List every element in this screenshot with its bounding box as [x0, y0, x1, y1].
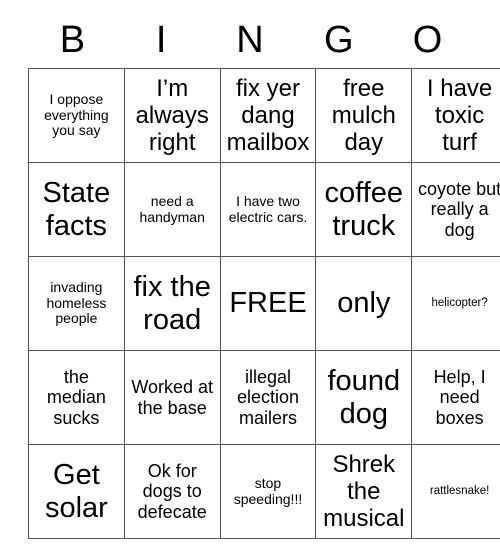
bingo-card: B I N G O I oppose everything you say I’…	[28, 12, 500, 539]
bingo-row: I oppose everything you say I’m always r…	[28, 68, 500, 163]
bingo-cell[interactable]: found dog	[315, 350, 413, 445]
bingo-cell[interactable]: stop speeding!!!	[219, 444, 317, 539]
bingo-row: invading homeless people fix the road FR…	[28, 256, 500, 351]
bingo-header-letter-o: O	[412, 19, 443, 61]
bingo-row: State facts need a handyman I have two e…	[28, 162, 500, 257]
bingo-cell[interactable]: Ok for dogs to defecate	[123, 444, 221, 539]
bingo-cell[interactable]: fix yer dang mailbox	[219, 68, 317, 163]
bingo-header-letter-i: I	[155, 19, 167, 61]
bingo-cell[interactable]: Help, I need boxes	[411, 350, 500, 445]
bingo-header-letter-b: B	[59, 19, 86, 61]
bingo-cell[interactable]: State facts	[28, 162, 125, 257]
bingo-grid: I oppose everything you say I’m always r…	[28, 68, 500, 539]
bingo-header-row: B I N G O	[28, 12, 472, 68]
bingo-cell[interactable]: invading homeless people	[28, 256, 125, 351]
bingo-cell[interactable]: I have two electric cars.	[219, 162, 317, 257]
bingo-cell[interactable]: rattlesnake!	[411, 444, 500, 539]
bingo-cell[interactable]: free mulch day	[315, 68, 413, 163]
bingo-cell[interactable]: helicopter?	[411, 256, 500, 351]
bingo-cell-free[interactable]: FREE	[219, 256, 317, 351]
bingo-cell[interactable]: illegal election mailers	[219, 350, 317, 445]
bingo-row: Get solar Ok for dogs to defecate stop s…	[28, 444, 500, 539]
bingo-cell[interactable]: only	[315, 256, 413, 351]
bingo-row: the median sucks Worked at the base ille…	[28, 350, 500, 445]
bingo-cell[interactable]: coyote but really a dog	[411, 162, 500, 257]
bingo-cell[interactable]: I have toxic turf	[411, 68, 500, 163]
bingo-cell[interactable]: I oppose everything you say	[28, 68, 125, 163]
bingo-cell[interactable]: Shrek the musical	[315, 444, 413, 539]
bingo-cell[interactable]: coffee truck	[315, 162, 413, 257]
bingo-header-letter-g: G	[324, 19, 354, 61]
bingo-cell[interactable]: Worked at the base	[123, 350, 221, 445]
bingo-cell[interactable]: I’m always right	[123, 68, 221, 163]
bingo-cell[interactable]: Get solar	[28, 444, 125, 539]
bingo-header-letter-n: N	[236, 19, 264, 61]
bingo-cell[interactable]: the median sucks	[28, 350, 125, 445]
bingo-cell[interactable]: fix the road	[123, 256, 221, 351]
bingo-cell[interactable]: need a handyman	[123, 162, 221, 257]
